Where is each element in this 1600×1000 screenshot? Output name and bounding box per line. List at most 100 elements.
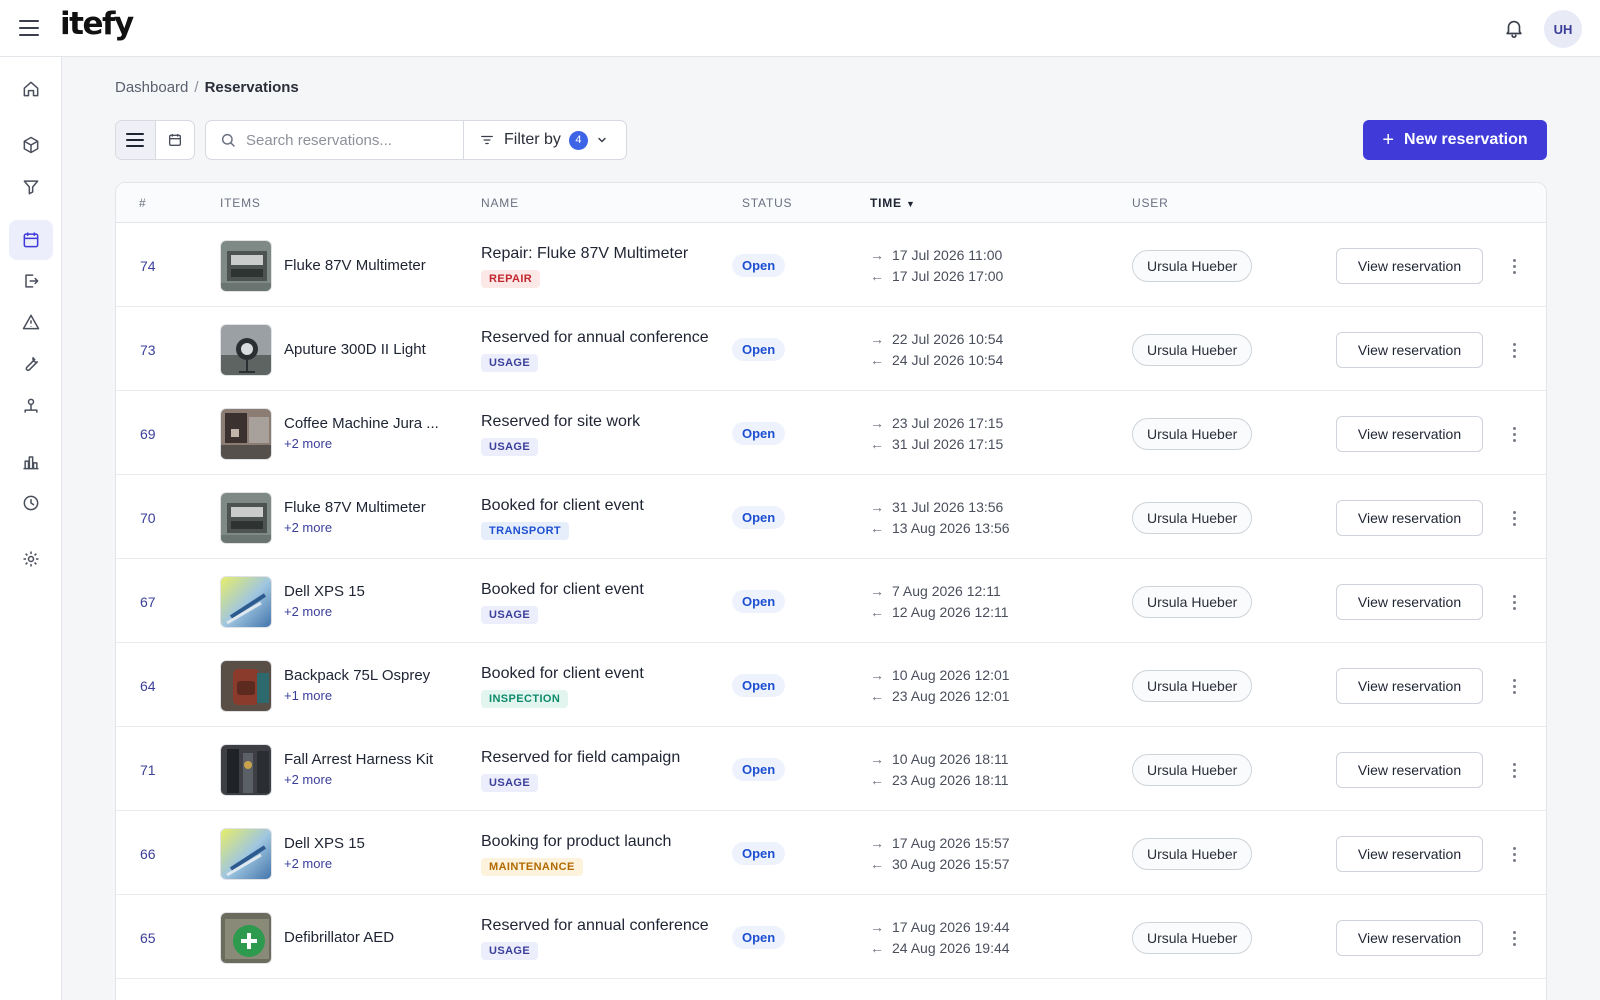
item-name[interactable]: Backpack 75L Osprey	[284, 667, 430, 684]
header-status[interactable]: STATUS	[742, 196, 792, 210]
reservation-id[interactable]: 74	[140, 258, 156, 274]
reservation-id[interactable]: 71	[140, 762, 156, 778]
user-chip[interactable]: Ursula Hueber	[1132, 670, 1253, 702]
item-more-link[interactable]: +1 more	[284, 688, 332, 703]
header-name[interactable]: NAME	[481, 196, 519, 210]
new-reservation-button[interactable]: + New reservation	[1363, 120, 1547, 160]
reservation-name[interactable]: Booked for client event	[481, 665, 644, 683]
sidebar-item-assets[interactable]	[9, 125, 53, 165]
reservation-id[interactable]: 66	[140, 846, 156, 862]
sidebar-item-settings[interactable]	[9, 539, 53, 579]
item-name[interactable]: Fluke 87V Multimeter	[284, 257, 426, 274]
item-name[interactable]: Dell XPS 15	[284, 835, 365, 852]
item-more-link[interactable]: +2 more	[284, 772, 332, 787]
item-thumbnail	[220, 576, 272, 628]
item-name[interactable]: Fall Arrest Harness Kit	[284, 751, 433, 768]
header-id[interactable]: #	[139, 196, 146, 210]
more-options-icon[interactable]	[1504, 254, 1524, 278]
sidebar-item-filters[interactable]	[9, 167, 53, 207]
item-name[interactable]: Dell XPS 15	[284, 583, 365, 600]
reservation-name[interactable]: Booked for client event	[481, 497, 644, 515]
bar-chart-icon	[23, 456, 39, 470]
view-reservation-button[interactable]: View reservation	[1336, 500, 1483, 536]
calendar-view-button[interactable]	[156, 121, 195, 159]
view-reservation-button[interactable]: View reservation	[1336, 752, 1483, 788]
more-options-icon[interactable]	[1504, 338, 1524, 362]
item-more-link[interactable]: +2 more	[284, 604, 332, 619]
reservation-id[interactable]: 70	[140, 510, 156, 526]
view-reservation-button[interactable]: View reservation	[1336, 920, 1483, 956]
time-end-value: 23 Aug 2026 12:01	[892, 688, 1010, 704]
time-start-value: 17 Jul 2026 11:00	[892, 247, 1003, 263]
item-name[interactable]: Aputure 300D II Light	[284, 341, 426, 358]
user-chip[interactable]: Ursula Hueber	[1132, 838, 1253, 870]
user-chip[interactable]: Ursula Hueber	[1132, 586, 1253, 618]
reservation-id[interactable]: 65	[140, 930, 156, 946]
item-name[interactable]: Fluke 87V Multimeter	[284, 499, 426, 516]
home-icon	[23, 81, 39, 97]
reservation-name[interactable]: Booked for client event	[481, 581, 644, 599]
user-chip[interactable]: Ursula Hueber	[1132, 250, 1253, 282]
sidebar-item-maintenance[interactable]	[9, 344, 53, 384]
more-options-icon[interactable]	[1504, 506, 1524, 530]
sidebar-item-alerts[interactable]	[9, 302, 53, 342]
user-chip[interactable]: Ursula Hueber	[1132, 502, 1253, 534]
reservation-name[interactable]: Booking for product launch	[481, 833, 671, 851]
item-name[interactable]: Defibrillator AED	[284, 929, 394, 946]
bell-icon[interactable]	[1503, 17, 1525, 39]
view-reservation-button[interactable]: View reservation	[1336, 836, 1483, 872]
avatar[interactable]: UH	[1544, 10, 1582, 48]
user-chip[interactable]: Ursula Hueber	[1132, 418, 1253, 450]
reservation-id[interactable]: 73	[140, 342, 156, 358]
view-reservation-button[interactable]: View reservation	[1336, 332, 1483, 368]
time-start: → 17 Aug 2026 15:57	[870, 835, 1010, 851]
menu-icon[interactable]	[19, 20, 39, 38]
item-more-link[interactable]: +2 more	[284, 520, 332, 535]
user-chip[interactable]: Ursula Hueber	[1132, 922, 1253, 954]
reservation-name[interactable]: Reserved for field campaign	[481, 749, 680, 767]
reservation-name[interactable]: Repair: Fluke 87V Multimeter	[481, 245, 688, 263]
app-logo[interactable]: itefy	[60, 6, 134, 42]
view-reservation-button[interactable]: View reservation	[1336, 668, 1483, 704]
item-name[interactable]: Coffee Machine Jura ...	[284, 415, 439, 432]
sidebar-item-checkout[interactable]	[9, 261, 53, 301]
search-input[interactable]	[246, 131, 446, 149]
header-time[interactable]: TIME ▼	[870, 196, 916, 210]
reservation-id[interactable]: 67	[140, 594, 156, 610]
sidebar-item-team[interactable]	[9, 386, 53, 426]
more-options-icon[interactable]	[1504, 758, 1524, 782]
list-view-button[interactable]	[116, 121, 156, 159]
breadcrumb-dashboard[interactable]: Dashboard	[115, 79, 188, 96]
item-more-link[interactable]: +2 more	[284, 436, 332, 451]
sidebar-item-reports[interactable]	[9, 442, 53, 482]
reservation-name[interactable]: Reserved for site work	[481, 413, 640, 431]
reservation-id[interactable]: 69	[140, 426, 156, 442]
calendar-icon	[23, 232, 39, 248]
status-badge: Open	[732, 590, 786, 613]
reservation-name[interactable]: Reserved for annual conference	[481, 917, 709, 935]
header-user[interactable]: USER	[1132, 196, 1169, 210]
header-items[interactable]: ITEMS	[220, 196, 261, 210]
more-options-icon[interactable]	[1504, 674, 1524, 698]
more-options-icon[interactable]	[1504, 590, 1524, 614]
reservation-name[interactable]: Reserved for annual conference	[481, 329, 709, 347]
sidebar-item-history[interactable]	[9, 483, 53, 523]
search-area	[206, 121, 464, 159]
more-options-icon[interactable]	[1504, 842, 1524, 866]
user-chip[interactable]: Ursula Hueber	[1132, 754, 1253, 786]
more-options-icon[interactable]	[1504, 926, 1524, 950]
filter-button[interactable]: Filter by 4	[464, 121, 626, 159]
time-end-value: 24 Jul 2026 10:54	[892, 352, 1004, 368]
reservation-id[interactable]: 64	[140, 678, 156, 694]
item-more-link[interactable]: +2 more	[284, 856, 332, 871]
sidebar-item-home[interactable]	[9, 69, 53, 109]
view-reservation-button[interactable]: View reservation	[1336, 416, 1483, 452]
view-reservation-button[interactable]: View reservation	[1336, 248, 1483, 284]
time-end: ← 13 Aug 2026 13:56	[870, 520, 1010, 536]
view-reservation-button[interactable]: View reservation	[1336, 584, 1483, 620]
checkout-icon	[25, 274, 39, 288]
sidebar-item-reservations[interactable]	[9, 220, 53, 260]
time-end: ← 24 Jul 2026 10:54	[870, 352, 1003, 368]
user-chip[interactable]: Ursula Hueber	[1132, 334, 1253, 366]
more-options-icon[interactable]	[1504, 422, 1524, 446]
